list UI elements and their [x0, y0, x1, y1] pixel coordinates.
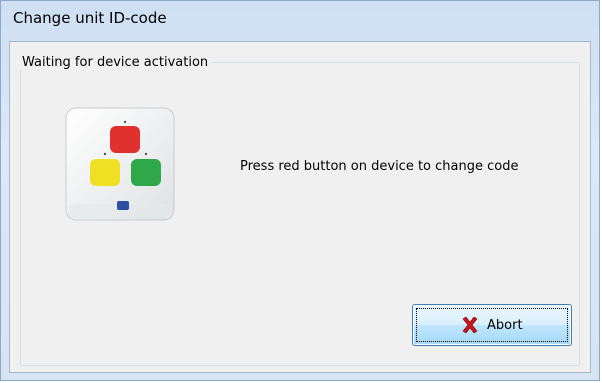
- title-bar[interactable]: Change unit ID-code: [1, 1, 599, 37]
- device-logo: [117, 201, 129, 210]
- device-illustration: [65, 107, 175, 221]
- groupbox-legend: Waiting for device activation: [18, 55, 213, 70]
- abort-button[interactable]: Abort: [412, 304, 572, 346]
- red-x-icon: [462, 316, 478, 334]
- abort-button-label: Abort: [487, 318, 523, 333]
- device-green-button: [131, 159, 161, 186]
- device-red-button: [110, 126, 140, 153]
- device-yellow-button: [90, 159, 120, 186]
- window-title: Change unit ID-code: [13, 9, 167, 27]
- instruction-message: Press red button on device to change cod…: [240, 159, 519, 174]
- device-image: [60, 104, 180, 224]
- dialog-window: Change unit ID-code Waiting for device a…: [0, 0, 600, 381]
